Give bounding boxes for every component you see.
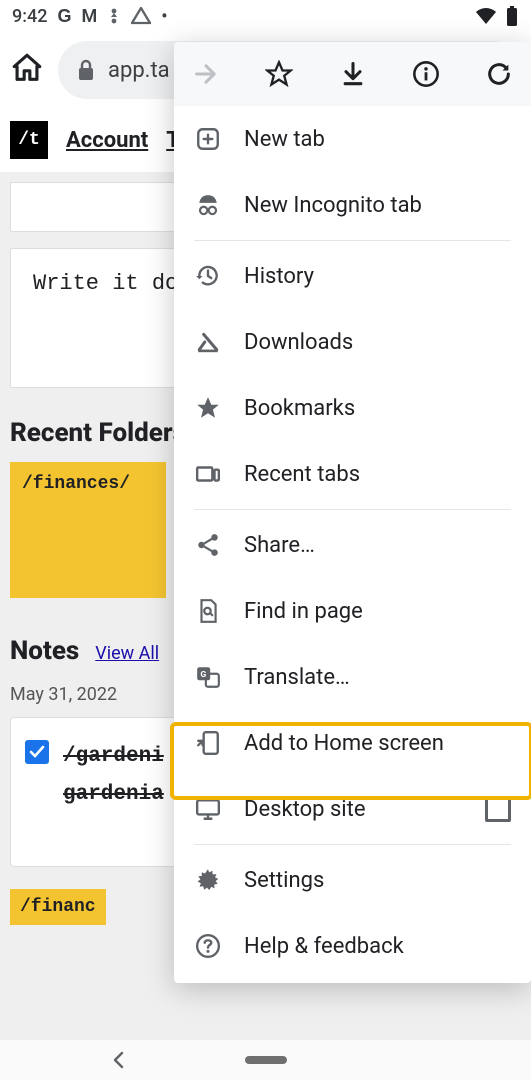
gmail-icon: M <box>81 6 97 27</box>
menu-downloads[interactable]: Downloads <box>174 309 531 375</box>
wifi-icon <box>475 7 497 25</box>
recent-tabs-icon <box>194 460 222 488</box>
menu-add-home[interactable]: Add to Home screen <box>174 710 531 776</box>
omnibox-url: app.ta <box>108 58 170 83</box>
drive-icon <box>131 7 151 25</box>
bookmarks-icon <box>194 394 222 422</box>
menu-find[interactable]: Find in page <box>174 578 531 644</box>
translate-icon: G <box>194 663 222 691</box>
settings-icon <box>194 866 222 894</box>
menu-incognito[interactable]: New Incognito tab <box>174 172 531 238</box>
menu-help[interactable]: Help & feedback <box>174 913 531 979</box>
status-bar: 9:42 G M • <box>0 0 531 32</box>
forward-button[interactable] <box>192 60 220 88</box>
gesture-pill[interactable] <box>245 1056 287 1064</box>
system-nav-bar <box>0 1040 531 1080</box>
menu-share[interactable]: Share… <box>174 512 531 578</box>
folder-card-finances[interactable]: /finances/ <box>10 462 166 598</box>
menu-history[interactable]: History <box>174 243 531 309</box>
download-button[interactable] <box>339 60 367 88</box>
status-overflow-dot: • <box>161 6 167 27</box>
view-all-link[interactable]: View All <box>95 643 159 664</box>
note-checkbox[interactable] <box>25 740 49 764</box>
battery-icon <box>505 6 519 26</box>
menu-desktop[interactable]: Desktop site <box>174 776 531 842</box>
menu-new-tab[interactable]: New tab <box>174 106 531 172</box>
menu-translate[interactable]: G Translate… <box>174 644 531 710</box>
reload-button[interactable] <box>485 60 513 88</box>
lock-icon <box>76 59 98 81</box>
bookmark-button[interactable] <box>265 60 293 88</box>
find-icon <box>194 597 222 625</box>
svg-text:G: G <box>200 670 206 680</box>
desktop-icon <box>194 795 222 823</box>
new-tab-icon <box>194 125 222 153</box>
status-icon-1 <box>107 7 121 25</box>
incognito-icon <box>194 191 222 219</box>
back-button[interactable] <box>110 1051 128 1069</box>
folder-card-partial[interactable]: /financ <box>10 889 106 925</box>
nav-account[interactable]: Account <box>66 128 148 153</box>
downloads-icon <box>194 328 222 356</box>
add-home-icon <box>194 729 222 757</box>
menu-action-row <box>174 42 531 106</box>
google-icon: G <box>57 6 71 27</box>
desktop-checkbox[interactable] <box>485 796 511 822</box>
help-icon <box>194 932 222 960</box>
share-icon <box>194 531 222 559</box>
home-button[interactable] <box>10 51 48 89</box>
history-icon <box>194 262 222 290</box>
menu-settings[interactable]: Settings <box>174 847 531 913</box>
app-logo[interactable]: /t <box>10 121 48 159</box>
note-text: /gardeni gardenia <box>63 738 164 814</box>
notes-title: Notes <box>10 636 79 666</box>
info-button[interactable] <box>412 60 440 88</box>
chrome-overflow-menu: New tab New Incognito tab History Downlo… <box>174 42 531 983</box>
menu-bookmarks[interactable]: Bookmarks <box>174 375 531 441</box>
menu-recent-tabs[interactable]: Recent tabs <box>174 441 531 507</box>
status-time: 9:42 <box>12 6 47 27</box>
